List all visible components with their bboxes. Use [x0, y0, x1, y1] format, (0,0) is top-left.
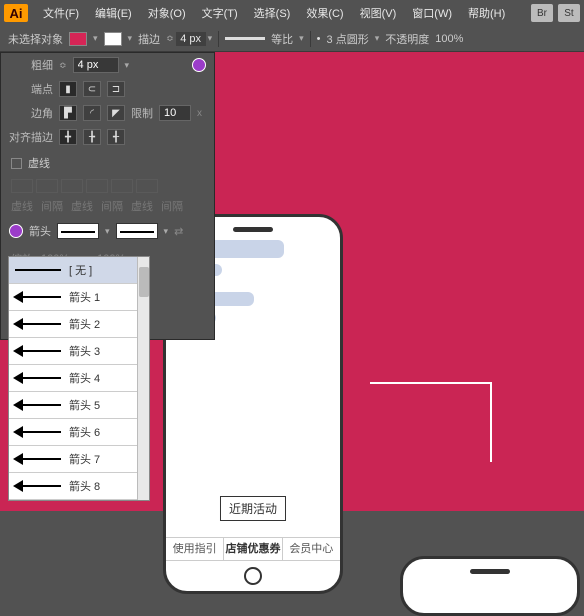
- control-bar: 未选择对象 ▾ ▾ 描边 ≎4 px▾ 等比▾ • 3 点圆形▾ 不透明度 10…: [0, 26, 584, 52]
- highlight-marker-icon: [192, 58, 206, 72]
- menu-help[interactable]: 帮助(H): [461, 2, 512, 24]
- home-button-icon: [244, 567, 262, 585]
- swap-arrows-icon[interactable]: ⇄: [174, 225, 183, 238]
- fill-swatch[interactable]: [69, 32, 87, 46]
- corner-miter-button[interactable]: ▛: [59, 105, 77, 121]
- opacity-value: 100%: [435, 33, 463, 45]
- weight-label: 粗细: [9, 57, 53, 73]
- align-inside-button[interactable]: ╊: [83, 129, 101, 145]
- chevron-down-icon[interactable]: ▾: [93, 33, 98, 44]
- phone-artboard: [400, 556, 580, 616]
- weight-input[interactable]: [73, 57, 119, 73]
- stroke-weight-dropdown[interactable]: ≎4 px▾: [166, 32, 212, 46]
- menubar: Ai 文件(F) 编辑(E) 对象(O) 文字(T) 选择(S) 效果(C) 视…: [0, 0, 584, 26]
- no-selection-label: 未选择对象: [8, 31, 63, 47]
- menu-file[interactable]: 文件(F): [36, 2, 86, 24]
- nav-item: 会员中心: [283, 538, 340, 560]
- menu-edit[interactable]: 编辑(E): [88, 2, 139, 24]
- align-center-button[interactable]: ╋: [59, 129, 77, 145]
- phone-speaker: [470, 569, 510, 574]
- arrowhead-option[interactable]: 箭头 8: [9, 473, 149, 500]
- arrowhead-end-dropdown[interactable]: [116, 223, 158, 239]
- arrowhead-dropdown-list: [ 无 ] 箭头 1 箭头 2 箭头 3 箭头 4 箭头 5 箭头 6 箭头 7…: [8, 256, 150, 501]
- cap-projecting-button[interactable]: ⊐: [107, 81, 125, 97]
- menu-type[interactable]: 文字(T): [195, 2, 245, 24]
- menu-effect[interactable]: 效果(C): [299, 2, 350, 24]
- align-outside-button[interactable]: ╉: [107, 129, 125, 145]
- ai-logo: Ai: [4, 4, 28, 22]
- recent-activity-button: 近期活动: [220, 496, 286, 521]
- arrowhead-option[interactable]: 箭头 6: [9, 419, 149, 446]
- arrowhead-label: 箭头: [29, 223, 51, 239]
- stroke-swatch[interactable]: [104, 32, 122, 46]
- menu-object[interactable]: 对象(O): [141, 2, 193, 24]
- phone-speaker: [233, 227, 273, 232]
- limit-input[interactable]: [159, 105, 191, 121]
- cap-butt-button[interactable]: ▮: [59, 81, 77, 97]
- corner-label: 边角: [9, 105, 53, 121]
- arrowhead-option[interactable]: 箭头 5: [9, 392, 149, 419]
- arrowhead-option[interactable]: 箭头 3: [9, 338, 149, 365]
- corner-round-button[interactable]: ◜: [83, 105, 101, 121]
- phone-nav: 使用指引 店铺优惠券 会员中心: [166, 537, 340, 561]
- profile-preview[interactable]: [225, 37, 265, 40]
- stroke-label: 描边: [138, 31, 160, 47]
- menu-window[interactable]: 窗口(W): [405, 2, 459, 24]
- chevron-down-icon[interactable]: ▾: [125, 60, 130, 71]
- menu-view[interactable]: 视图(V): [353, 2, 404, 24]
- dropdown-scrollbar[interactable]: [137, 257, 149, 500]
- stepper-icon[interactable]: ≎: [59, 60, 67, 71]
- dash-labels: 虚线间隔虚线间隔虚线间隔: [1, 195, 214, 217]
- cap-label: 端点: [9, 81, 53, 97]
- arrowhead-option[interactable]: 箭头 2: [9, 311, 149, 338]
- arrowhead-option[interactable]: 箭头 7: [9, 446, 149, 473]
- arrowhead-option-none[interactable]: [ 无 ]: [9, 257, 149, 284]
- opacity-label: 不透明度: [385, 31, 429, 47]
- bridge-button[interactable]: Br: [531, 4, 553, 22]
- chevron-down-icon[interactable]: ▾: [128, 33, 133, 44]
- corner-label: 3 点圆形: [327, 31, 369, 47]
- menu-select[interactable]: 选择(S): [247, 2, 298, 24]
- align-stroke-label: 对齐描边: [9, 129, 53, 145]
- cap-round-button[interactable]: ⊂: [83, 81, 101, 97]
- limit-label: 限制: [131, 105, 153, 121]
- arrowhead-option[interactable]: 箭头 1: [9, 284, 149, 311]
- nav-item: 使用指引: [166, 538, 224, 560]
- arrowhead-option[interactable]: 箭头 4: [9, 365, 149, 392]
- scale-label: 等比: [271, 31, 293, 47]
- highlight-marker-icon: [9, 224, 23, 238]
- arrowhead-start-dropdown[interactable]: [57, 223, 99, 239]
- dashed-line-checkbox[interactable]: 虚线: [1, 149, 214, 177]
- stock-button[interactable]: St: [558, 4, 580, 22]
- nav-item: 店铺优惠券: [224, 538, 282, 560]
- corner-bevel-button[interactable]: ◤: [107, 105, 125, 121]
- dash-pattern-inputs: [1, 177, 214, 195]
